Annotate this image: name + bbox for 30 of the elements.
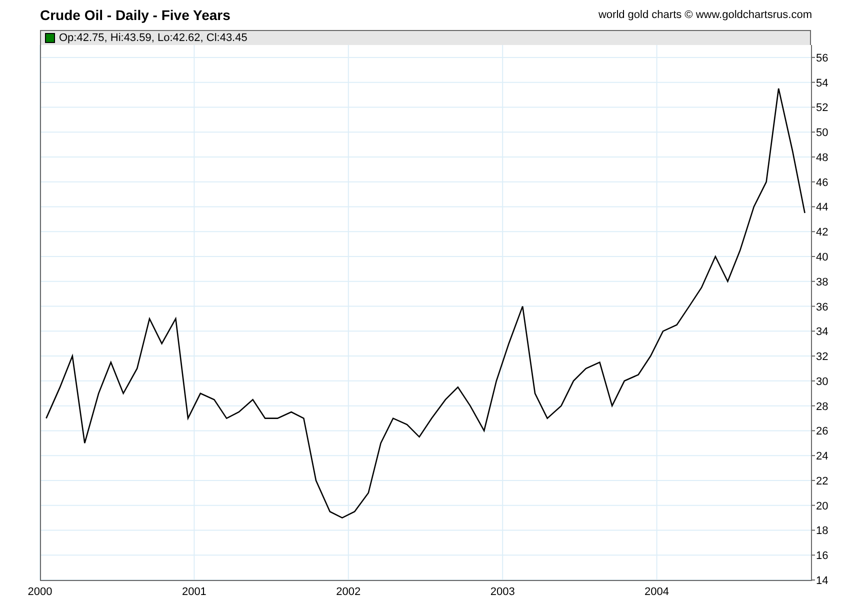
y-tick-label: 38: [816, 276, 828, 288]
y-tick-label: 16: [816, 550, 828, 562]
y-tick-label: 32: [816, 351, 828, 364]
credit-text: world gold charts © www.goldchartsrus.com: [598, 9, 812, 21]
y-tick-label: 30: [816, 376, 828, 388]
x-tick-label: 2003: [490, 586, 515, 598]
legend-text: Op:42.75, Hi:43.59, Lo:42.62, Cl:43.45: [59, 32, 248, 44]
x-tick-label: 2002: [336, 586, 361, 598]
y-tick-label: 40: [816, 252, 828, 264]
y-tick-label: 54: [816, 77, 828, 90]
y-tick-label: 48: [816, 152, 828, 164]
y-tick-label: 18: [816, 525, 828, 538]
y-tick-label: 52: [816, 102, 828, 114]
y-tick-label: 26: [816, 426, 828, 438]
y-tick-label: 14: [816, 575, 828, 587]
y-tick-label: 44: [816, 202, 828, 214]
y-tick-label: 46: [816, 176, 828, 189]
y-tick-label: 20: [816, 500, 828, 512]
y-tick-label: 22: [816, 475, 828, 488]
y-tick-label: 34: [816, 326, 828, 338]
x-tick-label: 2004: [644, 586, 670, 598]
chart-title: Crude Oil - Daily - Five Years: [40, 7, 230, 23]
y-tick-label: 42: [816, 226, 828, 239]
y-tick-label: 36: [816, 301, 828, 314]
y-tick-label: 24: [816, 450, 828, 463]
x-tick-label: 2000: [28, 586, 52, 598]
y-tick-label: 56: [816, 52, 828, 64]
y-tick-label: 28: [816, 400, 828, 413]
x-tick-label: 2001: [182, 586, 206, 598]
y-tick-label: 50: [816, 127, 828, 140]
